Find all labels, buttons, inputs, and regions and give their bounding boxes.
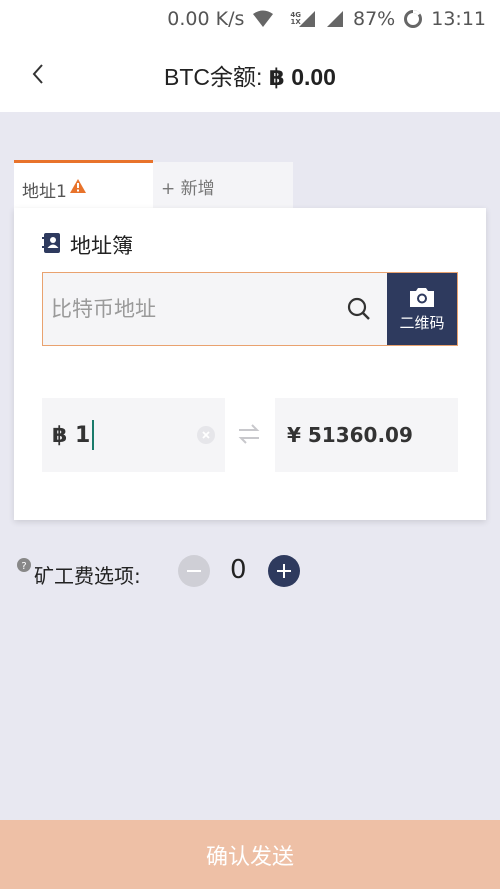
help-icon[interactable]: ? (17, 557, 31, 576)
signal-icon-2 (325, 10, 345, 28)
title-label: BTC余额: (164, 64, 269, 90)
cellular-network: 4G 1X (282, 10, 317, 28)
tab-add-new[interactable]: + 新增 (153, 162, 293, 208)
text-cursor (92, 420, 95, 450)
back-button[interactable] (20, 56, 56, 92)
btc-address-input[interactable] (43, 273, 331, 345)
exchange-icon (237, 423, 261, 449)
page-title: BTC余额: ฿ 0.00 (164, 58, 336, 92)
camera-icon (410, 287, 434, 307)
confirm-send-button[interactable]: 确认发送 (0, 820, 500, 889)
plus-icon (277, 564, 291, 578)
search-icon (347, 297, 370, 320)
miner-fee-value: 0 (230, 555, 247, 585)
address-field-row: 二维码 (42, 272, 458, 346)
close-icon (202, 431, 210, 439)
app-header: BTC余额: ฿ 0.00 (0, 38, 500, 112)
btc-symbol: ฿ (52, 422, 68, 448)
tab-label: 地址1 (22, 182, 67, 202)
minus-icon (187, 570, 201, 572)
network-speed: 0.00 K/s (167, 8, 245, 30)
address-book-label: 地址簿 (70, 234, 133, 258)
wifi-icon (252, 10, 274, 28)
miner-fee-label: 矿工费选项: (34, 564, 141, 588)
btc-balance: ฿ 0.00 (268, 64, 336, 90)
btc-amount-value: 1 (74, 422, 91, 448)
battery-icon (403, 9, 423, 29)
address-book-link[interactable]: 地址簿 (42, 230, 133, 260)
btc-amount-input[interactable]: ฿ 1 (42, 398, 225, 472)
svg-text:?: ? (21, 561, 26, 572)
search-button[interactable] (331, 273, 387, 345)
qr-scan-button[interactable]: 二维码 (387, 273, 457, 345)
warning-icon (69, 178, 87, 199)
chevron-left-icon (32, 64, 43, 84)
fee-decrease-button[interactable] (178, 555, 210, 587)
status-bar: 0.00 K/s 4G 1X 87% 13:11 (0, 0, 500, 38)
clear-amount-button[interactable] (197, 426, 215, 444)
fee-increase-button[interactable] (268, 555, 300, 587)
battery-level: 87% (353, 8, 396, 30)
contacts-icon (42, 232, 62, 259)
clock: 13:11 (431, 8, 486, 30)
fiat-amount-display: ¥ 51360.09 (275, 398, 458, 472)
tab-address-1[interactable]: 地址1 (14, 160, 153, 210)
signal-icon (299, 11, 315, 27)
qr-label: 二维码 (399, 313, 445, 332)
send-card: 地址簿 二维码 ฿ 1 ¥ 51360.09 (14, 208, 486, 520)
